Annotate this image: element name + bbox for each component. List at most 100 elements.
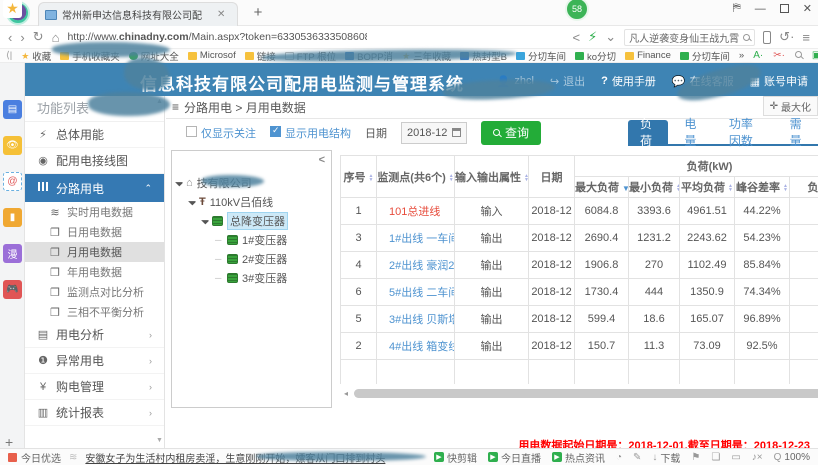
strip-feed-icon[interactable]: ▤ <box>3 100 22 119</box>
logout-button[interactable]: ↪退出 <box>550 73 585 89</box>
taskbar-flag[interactable]: ⚑ <box>691 452 700 463</box>
table-horizontal-scrollbar[interactable]: ◂ ▸ <box>344 388 818 399</box>
new-tab-button[interactable]: + <box>248 4 268 21</box>
maximize-panel-button[interactable]: ✛最大化 <box>763 96 818 116</box>
games-icon[interactable]: ▣· <box>812 50 818 61</box>
scroll-left-icon[interactable]: ◂ <box>344 389 354 398</box>
strip-gamepad-icon[interactable]: 🎮 <box>3 280 22 299</box>
chevron-down-icon[interactable]: ⌄ <box>605 29 616 45</box>
taskbar-wheel[interactable]: ◔ <box>616 452 622 463</box>
sidebar-subitem-4[interactable]: ❐监测点对比分析 <box>25 282 164 302</box>
phone-icon[interactable] <box>763 31 771 44</box>
bookmark-item[interactable]: 分切车间 <box>680 49 730 63</box>
bookmark-item[interactable]: ko分切 <box>575 49 616 63</box>
strip-contact-at-icon[interactable]: @ <box>3 172 22 191</box>
undo-icon[interactable]: ↺· <box>779 29 794 45</box>
bookmark-item[interactable]: » <box>739 49 744 63</box>
refresh-icon[interactable]: ↻ <box>33 29 44 45</box>
translate-icon[interactable]: A· <box>753 50 763 61</box>
back-icon[interactable]: ‹ <box>8 30 12 45</box>
share-icon[interactable]: < <box>573 30 581 45</box>
tree-expander-icon[interactable] <box>175 179 183 187</box>
monitor-point-link[interactable]: 101总进线 <box>389 206 440 218</box>
monitor-point-link[interactable]: 1#出线 一车间 <box>389 233 455 245</box>
subcol-header-4[interactable]: 负▲▼ <box>790 177 818 198</box>
subcol-header-2[interactable]: 平均负荷▲▼ <box>680 177 735 198</box>
monitor-point-link[interactable]: 3#出线 贝斯塔德3 <box>389 314 455 326</box>
calendar-icon[interactable] <box>452 128 461 137</box>
tree-node[interactable]: Ŧ110kV吕佰线 <box>176 192 326 211</box>
taskbar-layers[interactable]: ❏ <box>711 452 720 463</box>
tab-功率因数[interactable]: 功率因数 <box>717 120 774 144</box>
tree-expander-icon[interactable] <box>188 198 196 206</box>
tab-close-icon[interactable]: ✕ <box>217 9 225 20</box>
sidebar-item-2[interactable]: 分路用电⌃ <box>25 174 164 202</box>
search-icon[interactable] <box>743 34 750 41</box>
browser-tab[interactable]: 常州新申达信息科技有限公司配 ✕ <box>38 2 238 26</box>
sort-carets-icon[interactable]: ▲▼ <box>728 184 733 192</box>
sort-carets-icon[interactable]: ▲▼ <box>369 174 374 182</box>
featured-link[interactable]: 今日优选 <box>8 450 61 465</box>
strip-notebook-icon[interactable]: ▮ <box>3 208 22 227</box>
show-structure-checkbox[interactable]: 显示用电结构 <box>270 125 351 141</box>
close-window-icon[interactable]: ✕ <box>803 2 812 15</box>
scroll-down-icon[interactable]: ▼ <box>156 437 163 444</box>
tree-expander-icon[interactable] <box>201 217 209 225</box>
taskbar-news[interactable]: ▶热点资讯 <box>552 450 605 465</box>
tab-需量[interactable]: 需量 <box>778 120 818 144</box>
sidebar-subitem-5[interactable]: ❐三相不平衡分析 <box>25 302 164 322</box>
sidebar-scrollbar[interactable]: ▲ ▼ <box>155 96 163 448</box>
tab-负荷[interactable]: 负荷 <box>628 120 668 144</box>
col-header-3[interactable]: 日期 <box>529 156 575 198</box>
home-icon[interactable]: ⌂ <box>52 30 60 45</box>
taskbar-window[interactable]: ▭ <box>731 452 740 463</box>
bookmark-item[interactable]: Finance <box>625 49 671 63</box>
sidebar-subitem-1[interactable]: ❐日用电数据 <box>25 222 164 242</box>
taskbar-zoom[interactable]: Q100% <box>774 452 810 463</box>
scrollbar-thumb[interactable] <box>354 389 818 398</box>
news-collapse-icon[interactable]: ≋ <box>69 452 77 463</box>
tree-node[interactable]: 总降变压器 <box>176 211 326 230</box>
subcol-header-1[interactable]: 最小负荷▲▼ <box>629 177 680 198</box>
only-follow-checkbox[interactable]: 仅显示关注 <box>186 125 256 141</box>
forward-icon[interactable]: › <box>20 30 24 45</box>
taskbar-mute[interactable]: ♪× <box>752 452 763 463</box>
col-header-1[interactable]: 监测点(共6个)▲▼ <box>377 156 455 198</box>
tree-node[interactable]: ─1#变压器 <box>176 230 326 249</box>
strip-manga-icon[interactable]: 漫 <box>3 244 22 263</box>
sort-carets-icon[interactable]: ▲▼ <box>449 174 454 182</box>
skin-icon[interactable]: ⛿ <box>733 2 741 15</box>
tree-collapse-icon[interactable]: < <box>319 154 325 166</box>
bookmark-item[interactable]: ★收藏 <box>21 49 51 63</box>
flash-icon[interactable]: ⚡ <box>588 29 597 45</box>
strip-favorites-star-icon[interactable]: ★ <box>3 0 22 18</box>
taskbar-live[interactable]: ▶今日直播 <box>488 450 541 465</box>
speed-badge[interactable]: 58 <box>565 0 589 21</box>
sort-carets-icon[interactable]: ▲▼ <box>783 184 788 192</box>
find-icon[interactable] <box>795 50 802 61</box>
scissors-icon[interactable]: ✂· <box>773 50 785 61</box>
col-header-0[interactable]: 序号▲▼ <box>341 156 377 198</box>
bookmark-item[interactable]: Microsof <box>188 49 236 63</box>
hot-search-box[interactable]: 凡人逆袭变身仙王战九霄 <box>624 29 755 46</box>
col-header-2[interactable]: 输入输出属性▲▼ <box>455 156 529 198</box>
strip-weibo-icon[interactable]: 👁 <box>3 136 22 155</box>
bookmarks-collapse-icon[interactable]: ⟨| <box>6 50 12 61</box>
date-input[interactable]: 2018-12 <box>401 122 467 144</box>
monitor-point-link[interactable]: 5#出线 二车间 <box>389 287 455 299</box>
query-button[interactable]: 查询 <box>481 121 541 145</box>
tree-node[interactable]: ─3#变压器 <box>176 268 326 287</box>
sort-carets-icon[interactable]: ▲▼ <box>524 174 529 182</box>
sidebar-item-6[interactable]: ▥统计报表› <box>25 400 164 426</box>
sidebar-item-1[interactable]: ◉配用电接线图 <box>25 148 164 174</box>
taskbar-clip[interactable]: ▶快剪辑 <box>434 450 477 465</box>
sidebar-subitem-2[interactable]: ❐月用电数据 <box>25 242 164 262</box>
sidebar-subitem-3[interactable]: ❐年用电数据 <box>25 262 164 282</box>
sort-carets-icon[interactable]: ▲▼ <box>676 184 680 192</box>
sidebar-item-5[interactable]: ¥购电管理› <box>25 374 164 400</box>
sidebar-item-3[interactable]: ▤用电分析› <box>25 322 164 348</box>
taskbar-pin[interactable]: ✎ <box>633 452 641 463</box>
monitor-point-link[interactable]: 4#出线 箱变线4 <box>389 341 455 353</box>
subcol-header-0[interactable]: 最大负荷▼ <box>575 177 629 198</box>
tab-电量[interactable]: 电量 <box>672 120 712 144</box>
